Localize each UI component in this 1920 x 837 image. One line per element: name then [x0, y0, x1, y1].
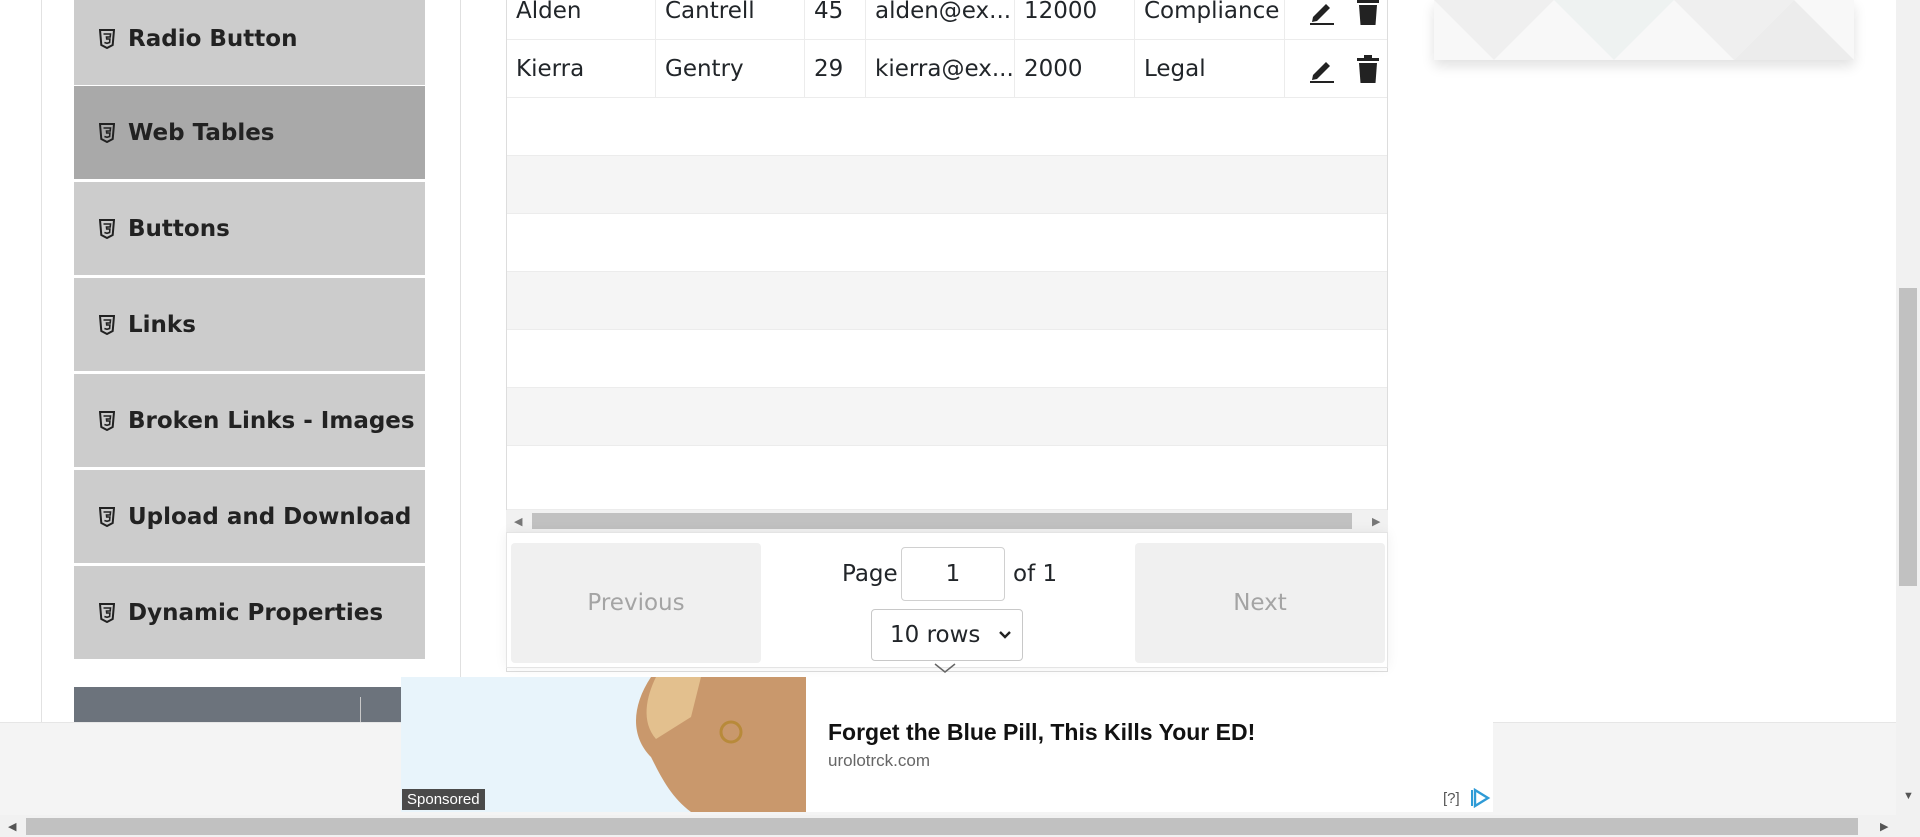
html5-icon: [96, 218, 118, 240]
html5-icon: [96, 28, 118, 50]
next-button[interactable]: Next: [1135, 543, 1385, 663]
table-row: Kierra Gentry 29 kierra@ex... 2000 Legal: [507, 40, 1387, 98]
previous-button[interactable]: Previous: [511, 543, 761, 663]
scroll-right-icon[interactable]: ▶: [1880, 820, 1888, 833]
scrollbar-thumb[interactable]: [1899, 288, 1917, 586]
sponsored-badge: Sponsored: [402, 789, 485, 810]
page-label: Page: [842, 561, 898, 587]
sidebar-item-broken-links[interactable]: Broken Links - Images: [74, 374, 425, 468]
side-card: [1434, 0, 1854, 60]
rows-per-page-select[interactable]: 10 rows: [871, 609, 1023, 661]
chevron-down-icon: [998, 624, 1012, 652]
ad-help-link[interactable]: [?]: [1443, 790, 1460, 807]
sidebar-item-label: Links: [128, 311, 196, 338]
cell-salary: 2000: [1015, 40, 1135, 97]
adchoices-icon[interactable]: [1471, 787, 1491, 813]
page-horizontal-scrollbar[interactable]: ◀ ▶: [0, 815, 1896, 837]
sidebar-item-buttons[interactable]: Buttons: [74, 182, 425, 276]
sidebar-group-header[interactable]: [74, 687, 404, 722]
table-row-empty: [507, 388, 1387, 446]
page: Radio Button Web Tables Buttons Links Br…: [0, 0, 1896, 722]
pencil-icon[interactable]: [1307, 0, 1337, 39]
sidebar-item-label: Radio Button: [128, 25, 298, 52]
html5-icon: [96, 122, 118, 144]
cell-last-name: Cantrell: [656, 0, 805, 39]
scrollbar-thumb[interactable]: [532, 513, 1352, 529]
table-row: Alden Cantrell 45 alden@ex... 12000 Comp…: [507, 0, 1387, 40]
pagination: Previous Page of 1 10 rows Next: [506, 532, 1388, 668]
sidebar-item-links[interactable]: Links: [74, 278, 425, 372]
cell-salary: 12000: [1015, 0, 1135, 39]
sponsored-ad[interactable]: Sponsored Forget the Blue Pill, This Kil…: [401, 677, 1493, 812]
table-row-empty: [507, 446, 1387, 510]
html5-icon: [96, 602, 118, 624]
table-row-empty: [507, 214, 1387, 272]
sidebar-item-web-tables[interactable]: Web Tables: [74, 86, 425, 180]
sidebar-item-label: Dynamic Properties: [128, 599, 384, 626]
scroll-left-icon[interactable]: ◀: [514, 515, 522, 528]
cell-age: 29: [805, 40, 866, 97]
page-number-input[interactable]: [901, 547, 1005, 601]
scroll-down-icon[interactable]: ▼: [1903, 790, 1914, 802]
table-row-empty: [507, 330, 1387, 388]
table-row-empty: [507, 156, 1387, 214]
page-vertical-scrollbar[interactable]: ▼: [1896, 0, 1920, 812]
cell-last-name: Gentry: [656, 40, 805, 97]
sidebar-item-label: Broken Links - Images: [128, 407, 415, 434]
cell-department: Legal: [1135, 40, 1285, 97]
pencil-icon[interactable]: [1307, 40, 1337, 97]
scroll-left-icon[interactable]: ◀: [8, 820, 16, 833]
scrollbar-thumb[interactable]: [26, 818, 1858, 835]
pattern-graphic: [1434, 0, 1854, 60]
table-horizontal-scrollbar[interactable]: ◀ ▶: [506, 510, 1388, 532]
sidebar-item-label: Buttons: [128, 215, 230, 242]
left-border: [41, 0, 42, 722]
ad-collapse-icon[interactable]: [933, 660, 957, 681]
table-row-empty: [507, 98, 1387, 156]
html5-icon: [96, 314, 118, 336]
sidebar-item-label: Web Tables: [128, 119, 275, 146]
cell-age: 45: [805, 0, 866, 39]
rows-per-page-value: 10 rows: [890, 622, 981, 648]
scroll-right-icon[interactable]: ▶: [1372, 515, 1380, 528]
cell-first-name: Kierra: [507, 40, 656, 97]
ad-image[interactable]: Sponsored: [401, 677, 806, 812]
sidebar-item-upload-download[interactable]: Upload and Download: [74, 470, 425, 564]
html5-icon: [96, 410, 118, 432]
divider: [360, 697, 361, 722]
html5-icon: [96, 506, 118, 528]
trash-icon[interactable]: [1353, 0, 1383, 39]
cell-first-name: Alden: [507, 0, 656, 39]
page-total: of 1: [1013, 561, 1058, 587]
sidebar-item-label: Upload and Download: [128, 503, 412, 530]
cell-email: alden@ex...: [866, 0, 1015, 39]
cell-department: Compliance: [1135, 0, 1285, 39]
sidebar-item-dynamic-properties[interactable]: Dynamic Properties: [74, 566, 425, 660]
table-row-empty: [507, 272, 1387, 330]
divider: [460, 0, 461, 680]
trash-icon[interactable]: [1353, 40, 1383, 97]
scrollbar-corner: [1896, 812, 1920, 837]
cell-email: kierra@ex...: [866, 40, 1015, 97]
sidebar-item-radio-button[interactable]: Radio Button: [74, 0, 425, 86]
ad-domain[interactable]: urolotrck.com: [828, 751, 930, 771]
ad-title[interactable]: Forget the Blue Pill, This Kills Your ED…: [828, 719, 1255, 746]
